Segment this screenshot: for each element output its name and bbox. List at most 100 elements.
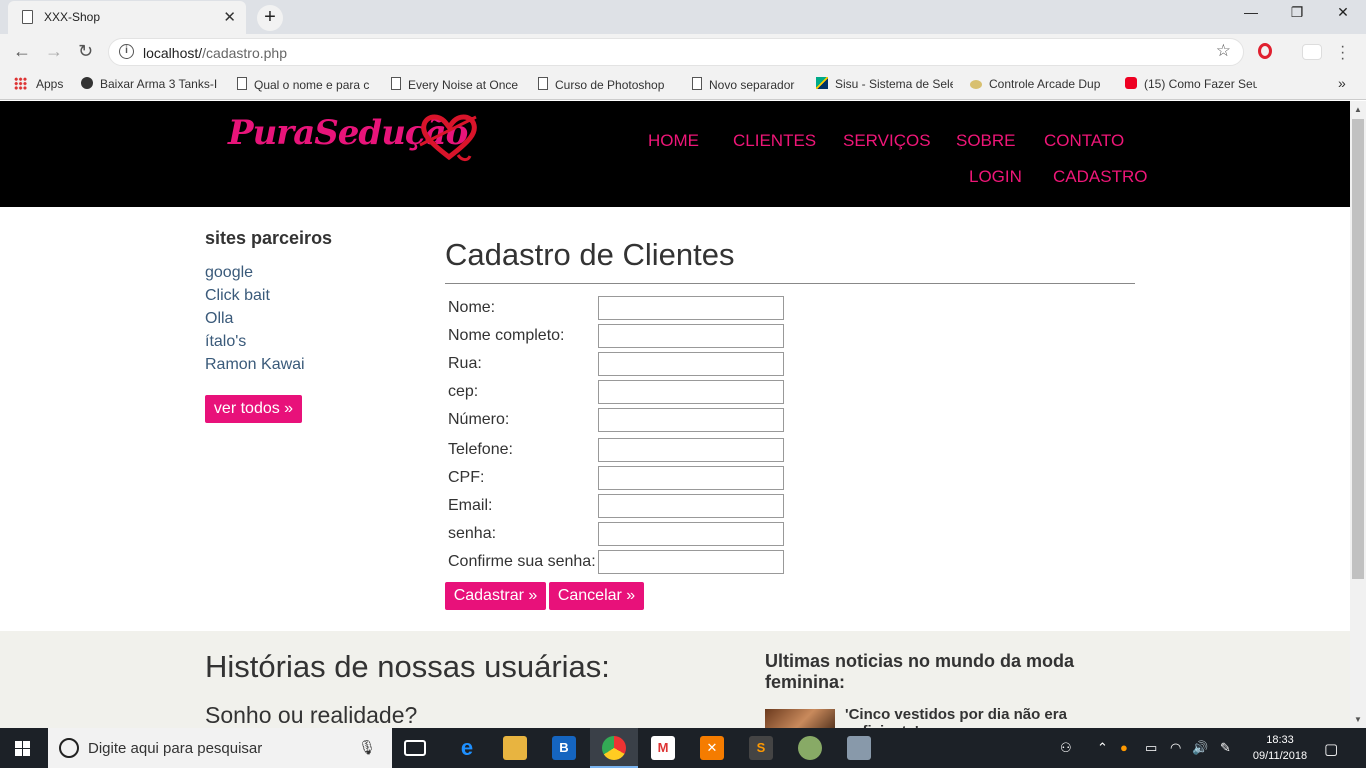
extension-icon[interactable] xyxy=(1302,44,1322,60)
form-title: Cadastro de Clientes xyxy=(445,237,735,272)
partner-link[interactable]: Olla xyxy=(205,310,233,328)
browser-tab-strip: XXX-Shop ✕ + — ❐ ✕ xyxy=(0,0,1366,34)
flag-icon xyxy=(816,77,828,89)
opera-extension-icon[interactable] xyxy=(1258,43,1272,59)
label-email: Email: xyxy=(448,497,493,514)
bookmark-item[interactable]: Novo separador xyxy=(692,77,804,92)
partner-link[interactable]: Ramon Kawai xyxy=(205,356,305,374)
title-divider xyxy=(445,283,1135,284)
label-numero: Número: xyxy=(448,411,510,428)
bookmark-item[interactable]: Sisu - Sistema de Sele xyxy=(816,77,953,91)
bookmark-label: Novo separador xyxy=(709,78,795,92)
nav-cadastro[interactable]: CADASTRO xyxy=(1053,167,1147,187)
tray-app-icon[interactable]: ● xyxy=(1120,740,1128,755)
stories-subheading: Sonho ou realidade? xyxy=(205,702,418,728)
microphone-icon[interactable]: 🎙 xyxy=(358,739,376,756)
page-icon xyxy=(22,10,33,24)
close-window-button[interactable]: ✕ xyxy=(1320,4,1366,21)
notifications-icon[interactable]: ▢ xyxy=(1324,740,1338,758)
page-scrollbar[interactable]: ▲ ▼ xyxy=(1350,101,1366,728)
scroll-down-icon[interactable]: ▼ xyxy=(1354,715,1362,724)
bookmark-label: Apps xyxy=(36,77,64,91)
nav-contato[interactable]: CONTATO xyxy=(1044,131,1124,151)
cpf-input[interactable] xyxy=(598,466,784,490)
apps-grid-icon xyxy=(14,77,27,90)
numero-input[interactable] xyxy=(598,408,784,432)
stories-heading: Histórias de nossas usuárias: xyxy=(205,649,610,684)
bookmark-item[interactable]: (15) Como Fazer Seu xyxy=(1125,77,1257,91)
nav-sobre[interactable]: SOBRE xyxy=(956,131,1016,151)
show-hidden-icons[interactable]: ⌃ xyxy=(1097,740,1108,756)
bookmark-item[interactable]: Every Noise at Once xyxy=(391,77,525,92)
windows-start-icon[interactable] xyxy=(15,741,31,756)
youtube-icon xyxy=(1125,77,1137,89)
new-tab-button[interactable]: + xyxy=(257,5,283,31)
skull-icon xyxy=(81,77,93,89)
people-icon[interactable]: ⚇ xyxy=(1060,740,1072,756)
nav-servicos[interactable]: SERVIÇOS xyxy=(843,131,931,151)
news-heading: Ultimas noticias no mundo da moda femini… xyxy=(765,651,1075,692)
label-confirme-senha: Confirme sua senha: xyxy=(448,553,596,570)
windows-taskbar: Digite aqui para pesquisar 🎙 e B M ✕ S ⚇… xyxy=(0,728,1366,768)
rua-input[interactable] xyxy=(598,352,784,376)
pen-icon[interactable]: ✎ xyxy=(1220,740,1231,756)
browser-tab[interactable]: XXX-Shop ✕ xyxy=(8,1,246,34)
more-bookmarks-button[interactable]: » xyxy=(1338,75,1346,91)
scroll-up-icon[interactable]: ▲ xyxy=(1354,105,1362,114)
news-thumbnail[interactable] xyxy=(765,709,835,728)
app-b-icon[interactable]: B xyxy=(552,736,576,760)
news-item-title[interactable]: 'Cinco vestidos por dia não era suficien… xyxy=(845,706,1145,728)
taskbar-search[interactable]: Digite aqui para pesquisar 🎙 xyxy=(48,728,392,768)
file-explorer-icon[interactable] xyxy=(503,736,527,760)
url-text[interactable]: localhost//cadastro.php xyxy=(143,45,287,61)
restore-button[interactable]: ❐ xyxy=(1274,4,1320,21)
partner-link[interactable]: google xyxy=(205,264,253,282)
cancelar-button[interactable]: Cancelar » xyxy=(549,582,644,610)
bookmark-item[interactable]: Curso de Photoshop xyxy=(538,77,675,92)
info-icon[interactable]: i xyxy=(119,44,134,59)
telefone-input[interactable] xyxy=(598,438,784,462)
bookmark-item[interactable]: Qual o nome e para c xyxy=(237,77,374,92)
nome-input[interactable] xyxy=(598,296,784,320)
task-view-icon[interactable] xyxy=(404,740,426,756)
forward-arrow-icon[interactable]: → xyxy=(45,41,63,62)
back-arrow-icon[interactable]: ← xyxy=(13,41,31,62)
reload-icon[interactable]: ↻ xyxy=(78,41,93,62)
xampp-icon[interactable]: ✕ xyxy=(700,736,724,760)
see-all-button[interactable]: ver todos » xyxy=(205,395,302,423)
partner-link[interactable]: Click bait xyxy=(205,287,270,305)
battery-icon[interactable]: ▭ xyxy=(1145,740,1157,756)
nav-clientes[interactable]: CLIENTES xyxy=(733,131,816,151)
minimize-button[interactable]: — xyxy=(1228,4,1274,20)
partner-link[interactable]: ítalo's xyxy=(205,333,246,351)
heart-arrow-icon xyxy=(419,114,477,162)
bookmark-item[interactable]: Controle Arcade Dup xyxy=(970,77,1107,91)
email-input[interactable] xyxy=(598,494,784,518)
bookmark-label: Controle Arcade Dup xyxy=(989,77,1101,91)
close-tab-icon[interactable]: ✕ xyxy=(223,8,236,26)
volume-icon[interactable]: 🔊 xyxy=(1192,740,1208,756)
paint-icon[interactable] xyxy=(798,736,822,760)
cadastrar-button[interactable]: Cadastrar » xyxy=(445,582,546,610)
gmail-icon[interactable]: M xyxy=(651,736,675,760)
cep-input[interactable] xyxy=(598,380,784,404)
senha-input[interactable] xyxy=(598,522,784,546)
nav-login[interactable]: LOGIN xyxy=(969,167,1022,187)
bookmark-apps[interactable]: Apps xyxy=(14,77,63,91)
confirme-senha-input[interactable] xyxy=(598,550,784,574)
bookmark-item[interactable]: Baixar Arma 3 Tanks-I xyxy=(81,77,218,91)
bookmark-star-icon[interactable]: ☆ xyxy=(1216,41,1231,61)
nome-completo-input[interactable] xyxy=(598,324,784,348)
cortana-icon[interactable] xyxy=(59,738,79,758)
nav-home[interactable]: HOME xyxy=(648,131,699,151)
chrome-icon[interactable] xyxy=(602,736,626,760)
system-clock[interactable]: 18:33 09/11/2018 xyxy=(1240,732,1320,764)
search-placeholder: Digite aqui para pesquisar xyxy=(88,740,263,757)
monitor-app-icon[interactable] xyxy=(847,736,871,760)
sublime-icon[interactable]: S xyxy=(749,736,773,760)
address-bar[interactable]: i localhost//cadastro.php ☆ xyxy=(108,38,1244,66)
edge-icon[interactable]: e xyxy=(455,736,479,760)
wifi-icon[interactable]: ◠ xyxy=(1170,740,1181,756)
menu-dots-icon[interactable]: · · · xyxy=(1340,39,1345,67)
scrollbar-thumb[interactable] xyxy=(1352,119,1364,579)
